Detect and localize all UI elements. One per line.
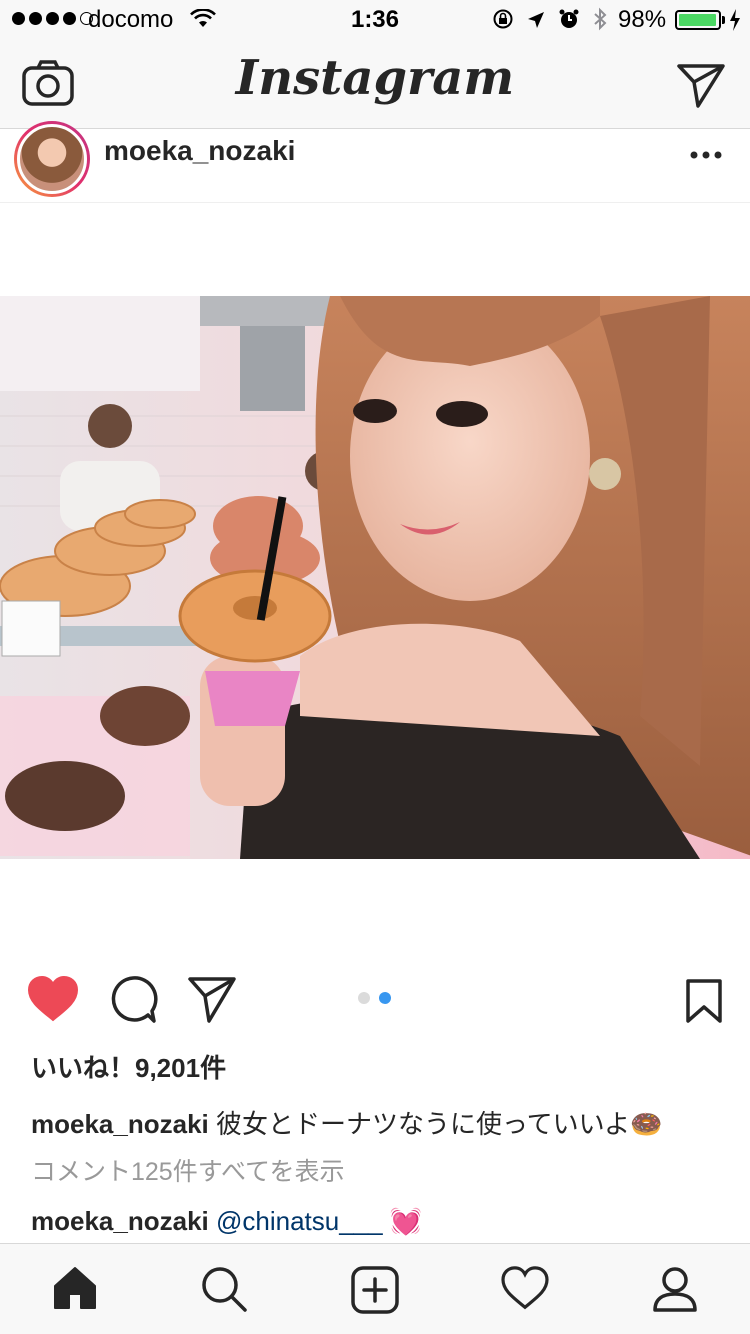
carousel-indicator: [358, 992, 391, 1004]
comment-mention[interactable]: @chinatsu___: [216, 1206, 383, 1236]
avatar[interactable]: [14, 121, 90, 197]
direct-message-icon[interactable]: [676, 62, 726, 113]
view-all-comments-link[interactable]: コメント125件すべてを表示: [31, 1152, 344, 1188]
comment-username[interactable]: moeka_nozaki: [31, 1206, 209, 1236]
profile-icon[interactable]: [652, 1266, 698, 1317]
status-bar: docomo 1:36 98%: [0, 0, 750, 40]
home-icon[interactable]: [52, 1266, 98, 1315]
search-icon[interactable]: [201, 1266, 247, 1317]
share-icon[interactable]: [187, 975, 237, 1030]
post-actions-bar: [0, 975, 750, 1031]
instagram-logo: Instagram: [235, 50, 515, 106]
bottom-tab-bar: [0, 1243, 750, 1334]
caption-text: 彼女とドーナツなうに使っていいよ🍩: [215, 1109, 663, 1139]
top-navigation-bar: Instagram: [0, 40, 750, 129]
carousel-dot: [379, 992, 391, 1004]
location-icon: [526, 9, 546, 37]
battery-icon: [675, 10, 721, 30]
comment-emoji: 💓: [389, 1206, 423, 1236]
likes-count[interactable]: いいね！9,201件: [31, 1048, 226, 1085]
like-heart-icon[interactable]: [27, 975, 79, 1028]
caption-username[interactable]: moeka_nozaki: [31, 1109, 209, 1139]
post-username[interactable]: moeka_nozaki: [104, 135, 295, 167]
comment-row: moeka_nozaki @chinatsu___ 💓: [31, 1206, 422, 1237]
charging-icon: [729, 9, 741, 38]
post-caption: moeka_nozaki 彼女とドーナツなうに使っていいよ🍩: [31, 1104, 663, 1141]
comment-icon[interactable]: [108, 975, 158, 1030]
add-post-icon[interactable]: [351, 1266, 399, 1319]
activity-heart-icon[interactable]: [501, 1266, 549, 1315]
more-options-icon[interactable]: [690, 147, 722, 165]
bluetooth-icon: [592, 7, 608, 38]
battery-percent: 98%: [618, 6, 667, 33]
carousel-dot: [358, 992, 370, 1004]
bookmark-icon[interactable]: [686, 979, 722, 1028]
orientation-lock-icon: [492, 8, 514, 37]
post-photo[interactable]: [0, 296, 750, 859]
post-header: moeka_nozaki: [0, 121, 750, 203]
alarm-icon: [558, 8, 580, 37]
